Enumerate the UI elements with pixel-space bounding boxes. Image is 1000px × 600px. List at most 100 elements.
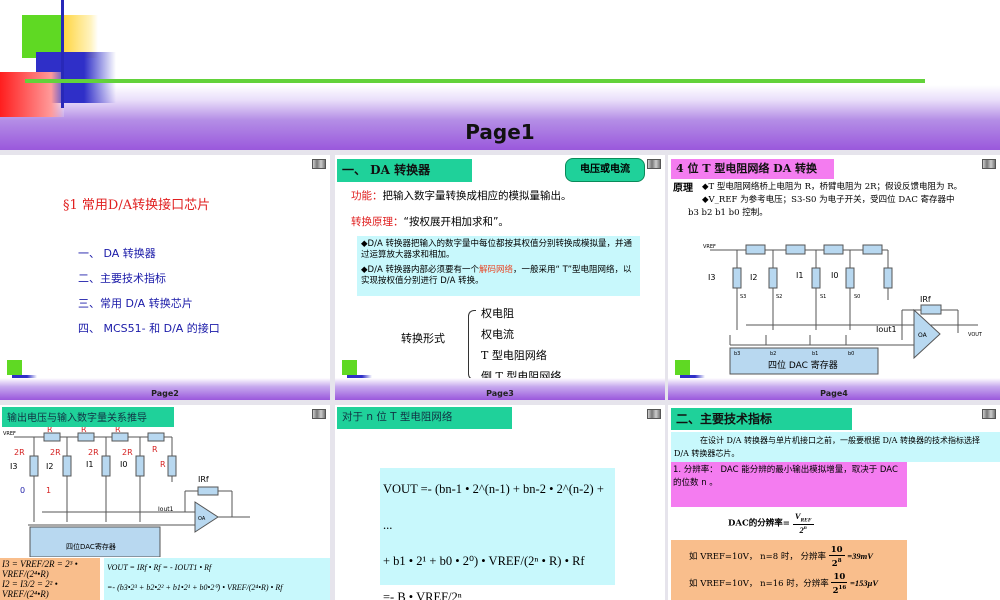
book-icon (312, 159, 326, 169)
slide-thumbnail-page7[interactable]: 二、主要技术指标 在设计 D/A 转换器与单片机接口之前，一般要根据 D/A 转… (668, 405, 1000, 600)
slide-title: §1 常用D/A转换接口芯片 (63, 198, 211, 213)
form-item: 权电阻 (481, 307, 514, 320)
highlight-text: 解码网络 (478, 265, 513, 275)
equation: =- (b3•2³ + b2•2² + b1•2¹ + b0•2⁰) • VRE… (107, 583, 283, 592)
current-label: I3 (10, 462, 17, 471)
switch-zero-label: 0 (20, 486, 25, 495)
bridge-resistor-label: R (115, 427, 121, 434)
book-icon (982, 409, 996, 419)
resolution-formula: DAC的分辨率= VREF 2n (728, 511, 814, 535)
page-label: Page2 (151, 389, 179, 398)
function-label: 功能： (351, 190, 383, 202)
explanation-box: ◆D/A 转换器把输入的数字量中每位都按其权值分别转换成模拟量，并通过运算放大器… (357, 236, 640, 296)
book-icon (312, 409, 326, 419)
bit-label: b0 (848, 351, 854, 357)
principle-line: ◆V_REF 为参考电压；S3-S0 为电子开关，受四位 DAC 寄存器中 b3… (688, 195, 955, 218)
fraction: 10 216 (831, 571, 848, 596)
outline-item: 四、 MCS51- 和 D/A 的接口 (78, 322, 220, 335)
equation-line: VOUT =- (bn-1 • 2^(n-1) + bn-2 • 2^(n-2)… (383, 482, 604, 532)
current-label: I3 (708, 273, 715, 282)
function-line: 功能：把输入数字量转换成相应的模拟量输出。 (351, 188, 572, 203)
book-icon (982, 159, 996, 169)
principle-label: 转换原理： (351, 216, 404, 228)
examples-box: 如 VREF=10V， n=8 时， 分辨率 10 28 =39mV 如 VREF… (671, 540, 907, 600)
page-label: Page4 (820, 389, 848, 398)
slide-header: 4 位 T 型电阻网络 DA 转换 (671, 159, 834, 179)
slide-thumbnail-page4[interactable]: 4 位 T 型电阻网络 DA 转换 原理 ◆T 型电阻网络桥上电阻为 R，桥臂电… (668, 155, 1000, 400)
bit-label: b2 (770, 351, 776, 357)
bridge-resistor-label: R (47, 427, 53, 434)
decor-green-square (675, 360, 690, 375)
switch-label: S1 (820, 294, 826, 300)
bullet-part: ◆D/A 转换器内部必须要有一个 (361, 265, 479, 275)
slide-thumbnail-page6[interactable]: 对于 n 位 T 型电阻网络 VOUT =- (bn-1 • 2^(n-1) +… (335, 405, 665, 600)
equation-line: =- B • VREF/2ⁿ (383, 582, 462, 600)
switch-one-label: 1 (46, 486, 51, 495)
forms-label: 转换形式 (401, 332, 445, 345)
footer-band: Page2 (0, 378, 330, 400)
bridge-resistor-label: R (81, 427, 87, 434)
iout-label: Iout1 (876, 325, 897, 334)
arm-resistor-label: 2R (50, 448, 61, 457)
slide-header: 二、主要技术指标 (671, 408, 852, 430)
switch-label: S0 (854, 294, 860, 300)
current-label: I0 (120, 460, 127, 469)
slide-thumbnail-page2[interactable]: §1 常用D/A转换接口芯片 一、 DA 转换器 二、主要技术指标 三、常用 D… (0, 155, 330, 400)
vout-equations: VOUT = IRf • Rf = - IOUT1 • Rf =- (b3•2³… (104, 558, 330, 600)
current-label: I2 (750, 273, 757, 282)
example-line: 如 VREF=10V， n=8 时， 分辨率 10 28 =39mV (689, 543, 889, 570)
example-text: 如 VREF=10V， n=8 时， 分辨率 (689, 552, 827, 562)
footer-band: Page3 (335, 378, 665, 400)
bit-label: b3 (734, 351, 740, 357)
book-icon (647, 409, 661, 419)
example-text: 如 VREF=10V， n=16 时，分辨率 (689, 579, 829, 589)
outline-item: 二、主要技术指标 (78, 272, 166, 285)
page-label: Page3 (486, 389, 514, 398)
switch-label: S3 (740, 294, 746, 300)
form-item: 权电流 (481, 328, 514, 341)
fraction: VREF 2n (792, 511, 814, 535)
bridge-resistor-label: R (152, 445, 158, 454)
irf-label: IRf (198, 475, 209, 484)
decor-vertical-line (61, 0, 64, 108)
form-item: T 型电阻网络 (481, 349, 547, 362)
t-network-circuit: VREF I3 I2 I1 I0 S3 S2 S1 S0 b3 b2 b1 b0… (703, 244, 983, 375)
register-label: 四位DAC寄存器 (66, 542, 116, 551)
callout-bubble: 电压或电流 (565, 158, 645, 182)
equation-line: + b1 • 2¹ + b0 • 2⁰) • VREF/(2ⁿ • R) • R… (383, 554, 585, 568)
arm-resistor-label: 2R (14, 448, 25, 457)
decor-green-square (342, 360, 357, 375)
vout-label: VOUT (968, 332, 983, 338)
slide-header: 一、 DA 转换器 (337, 159, 472, 182)
register-label: 四位 DAC 寄存器 (768, 359, 838, 371)
outline-item: 一、 DA 转换器 (78, 247, 156, 260)
equation: I2 = I3/2 = 2² • VREF/(2⁴•R) (2, 579, 58, 599)
current-label: I1 (86, 460, 93, 469)
function-text: 把输入数字量转换成相应的模拟量输出。 (382, 190, 572, 202)
opamp-label: OA (198, 516, 206, 522)
outline-item: 三、常用 D/A 转换芯片 (78, 297, 193, 310)
page-label: Page1 (465, 120, 535, 144)
bullet-text: ◆D/A 转换器把输入的数字量中每位都按其权值分别转换成模拟量，并通过运算放大器… (361, 239, 632, 260)
outline-list: 一、 DA 转换器 二、主要技术指标 三、常用 D/A 转换芯片 四、 MCS5… (78, 241, 220, 341)
vref-label: VREF (703, 244, 716, 250)
slide-thumbnail-page3[interactable]: 一、 DA 转换器 电压或电流 功能：把输入数字量转换成相应的模拟量输出。 转换… (335, 155, 665, 400)
arm-resistor-label: 2R (122, 448, 133, 457)
fraction: 10 28 (828, 544, 845, 569)
formula-label: DAC的分辨率= (728, 518, 790, 529)
irf-label: IRf (920, 295, 931, 304)
opamp-label: OA (918, 332, 928, 339)
current-equations: I3 = VREF/2R = 2³ • VREF/(2⁴•R) I2 = I3/… (0, 558, 100, 600)
decor-green-line (25, 79, 925, 83)
slide-thumbnail-page5[interactable]: 输出电压与输入数字量关系推导 VREF R R R R 2R 2R 2R 2R … (0, 405, 330, 600)
resolution-definition: 1. 分辨率： DAC 能分辨的最小输出模拟增量，取决于 DAC 的位数 n 。 (671, 462, 907, 507)
equation: I3 = VREF/2R = 2³ • VREF/(2⁴•R) (2, 559, 78, 579)
footer-band: Page4 (668, 378, 1000, 400)
example-result: =153μV (850, 578, 878, 588)
forms-list: 权电阻 权电流 T 型电阻网络 倒 T 型电阻网络 (481, 303, 561, 387)
book-icon (647, 159, 661, 169)
equation: VOUT = IRf • Rf = - IOUT1 • Rf (107, 563, 212, 572)
current-label: I1 (796, 271, 803, 280)
example-line: 如 VREF=10V， n=16 时，分辨率 10 216 =153μV (689, 570, 889, 597)
principle-text: ◆T 型电阻网络桥上电阻为 R，桥臂电阻为 2R；假设反馈电阻为 R。 ◆V_R… (688, 181, 968, 220)
